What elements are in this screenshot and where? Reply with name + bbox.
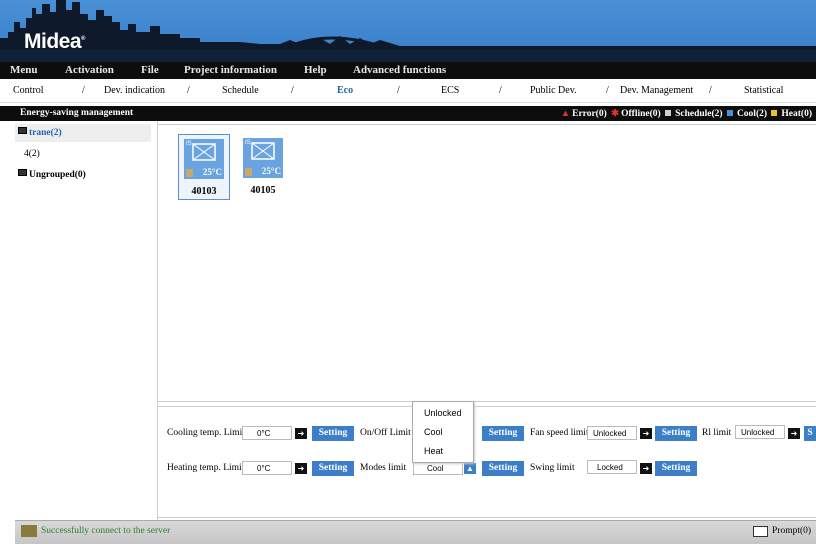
tab-control[interactable]: Control: [13, 85, 44, 96]
logo-text: Midea: [24, 30, 82, 53]
logo-trademark: ®: [81, 36, 85, 42]
menu-item-activation[interactable]: Activation: [65, 64, 114, 76]
swing-limit-label: Swing limit: [530, 463, 575, 473]
tab-separator: /: [606, 85, 609, 96]
tab-separator: /: [82, 85, 85, 96]
dropdown-option-heat[interactable]: Heat: [424, 446, 443, 456]
prompt-count[interactable]: Prompt(0): [772, 526, 811, 536]
fan-speed-limit-label: Fan speed limit: [530, 428, 589, 438]
menu-bar: Menu Activation File Project information…: [0, 62, 816, 79]
fan-speed-limit-field[interactable]: Unlocked: [587, 426, 637, 440]
rl-limit-label: Rl limit: [702, 428, 732, 438]
tree-node-label: trane(2): [29, 128, 62, 138]
cassette-ac-icon: IS 25°C: [243, 138, 283, 178]
tab-eco[interactable]: Eco: [337, 85, 353, 96]
cooling-temp-limit-field[interactable]: 0°C: [242, 426, 292, 440]
lock-icon: [186, 169, 193, 177]
expand-icon[interactable]: [18, 169, 27, 176]
status-message: Successfully connect to the server: [41, 526, 171, 536]
legend-schedule: Schedule(2): [675, 109, 723, 119]
menu-item-help[interactable]: Help: [304, 64, 327, 76]
rl-limit-field[interactable]: Unlocked: [735, 425, 785, 439]
chevron-up-icon[interactable]: ▲: [464, 463, 476, 474]
status-bar: Successfully connect to the server Promp…: [15, 520, 816, 544]
device-tag: IS: [186, 141, 192, 147]
heating-temp-limit-field[interactable]: 0°C: [242, 461, 292, 475]
heat-swatch: [771, 110, 778, 116]
arrow-right-icon[interactable]: ➜: [788, 428, 800, 439]
device-tile-40103[interactable]: IS 25°C 40103: [178, 134, 230, 200]
modes-limit-label: Modes limit: [360, 463, 407, 473]
tree-node-4[interactable]: 4(2): [24, 149, 40, 159]
dropdown-option-unlocked[interactable]: Unlocked: [424, 408, 462, 418]
section-header: Energy-saving management ▲ Error(0) ✱ Offl…: [0, 106, 816, 121]
modes-dropdown-list: Unlocked Cool Heat: [412, 401, 474, 463]
cooling-setting-button[interactable]: Setting: [312, 426, 354, 441]
device-id: 40105: [250, 185, 276, 196]
rl-setting-button[interactable]: S: [804, 426, 816, 441]
modes-setting-button[interactable]: Setting: [482, 461, 524, 476]
group-tree: trane(2) 4(2) Ungrouped(0): [15, 121, 158, 520]
server-connection-icon: [21, 525, 37, 537]
tab-separator: /: [499, 85, 502, 96]
arrow-right-icon[interactable]: ➜: [640, 428, 652, 439]
swing-limit-field[interactable]: Locked: [587, 460, 637, 474]
cassette-ac-icon: IS 25°C: [184, 139, 224, 179]
device-temperature: 25°C: [261, 166, 281, 176]
arrow-right-icon[interactable]: ➜: [640, 463, 652, 474]
error-icon: ▲: [560, 109, 571, 119]
midea-logo: Midea®: [24, 30, 85, 54]
tree-node-trane[interactable]: trane(2): [15, 124, 151, 142]
device-temperature: 25°C: [202, 167, 222, 177]
collapse-icon[interactable]: [18, 127, 27, 134]
legend-offline: Offline(0): [621, 109, 661, 119]
status-legend: ▲ Error(0) ✱ Offline(0) Schedule(2) Cool(2…: [559, 108, 812, 119]
tab-ecs[interactable]: ECS: [441, 85, 459, 96]
cool-swatch: [726, 110, 733, 116]
tab-schedule[interactable]: Schedule: [222, 85, 259, 96]
tab-separator: /: [397, 85, 400, 96]
schedule-swatch: [665, 110, 672, 116]
fan-setting-button[interactable]: Setting: [655, 426, 697, 441]
device-tile-40105[interactable]: IS 25°C 40105: [238, 134, 288, 198]
tree-node-ungrouped[interactable]: Ungrouped(0): [18, 169, 86, 180]
device-area: IS 25°C 40103 IS 25°C 40105: [157, 124, 816, 402]
heating-setting-button[interactable]: Setting: [312, 461, 354, 476]
modes-limit-select[interactable]: Cool: [413, 461, 463, 475]
tab-separator: /: [709, 85, 712, 96]
tree-node-label: Ungrouped(0): [29, 170, 86, 180]
dropdown-option-cool[interactable]: Cool: [424, 427, 443, 437]
device-id: 40103: [191, 186, 217, 197]
tab-dev-management[interactable]: Dev. Management: [620, 85, 693, 96]
section-title: Energy-saving management: [20, 108, 134, 118]
lock-icon: [245, 168, 252, 176]
legend-error: Error(0): [572, 109, 607, 119]
offline-icon: ✱: [611, 109, 620, 119]
legend-heat: Heat(0): [781, 109, 812, 119]
header-banner: Midea®: [0, 0, 816, 62]
swing-setting-button[interactable]: Setting: [655, 461, 697, 476]
arrow-right-icon[interactable]: ➜: [295, 428, 307, 439]
menu-item-project-information[interactable]: Project information: [184, 64, 277, 76]
tab-separator: /: [187, 85, 190, 96]
tab-separator: /: [291, 85, 294, 96]
arrow-right-icon[interactable]: ➜: [295, 463, 307, 474]
onoff-setting-button[interactable]: Setting: [482, 426, 524, 441]
cooling-temp-limit-label: Cooling temp. Limit: [167, 428, 245, 438]
menu-item-menu[interactable]: Menu: [10, 64, 38, 76]
heating-temp-limit-label: Heating temp. Limit: [167, 463, 245, 473]
menu-item-file[interactable]: File: [141, 64, 159, 76]
tab-public-dev[interactable]: Public Dev.: [530, 85, 577, 96]
device-tag: IS: [245, 140, 251, 146]
city-skyline-graphic: [0, 0, 816, 62]
legend-cool: Cool(2): [736, 109, 768, 119]
tab-dev-indication[interactable]: Dev. indication: [104, 85, 165, 96]
tab-bar: Control / Dev. indication / Schedule / E…: [0, 79, 816, 103]
mail-icon[interactable]: [753, 526, 768, 537]
menu-item-advanced-functions[interactable]: Advanced functions: [353, 64, 446, 76]
onoff-limit-label: On/Off Limit: [360, 428, 411, 438]
tab-statistical[interactable]: Statistical: [744, 85, 783, 96]
